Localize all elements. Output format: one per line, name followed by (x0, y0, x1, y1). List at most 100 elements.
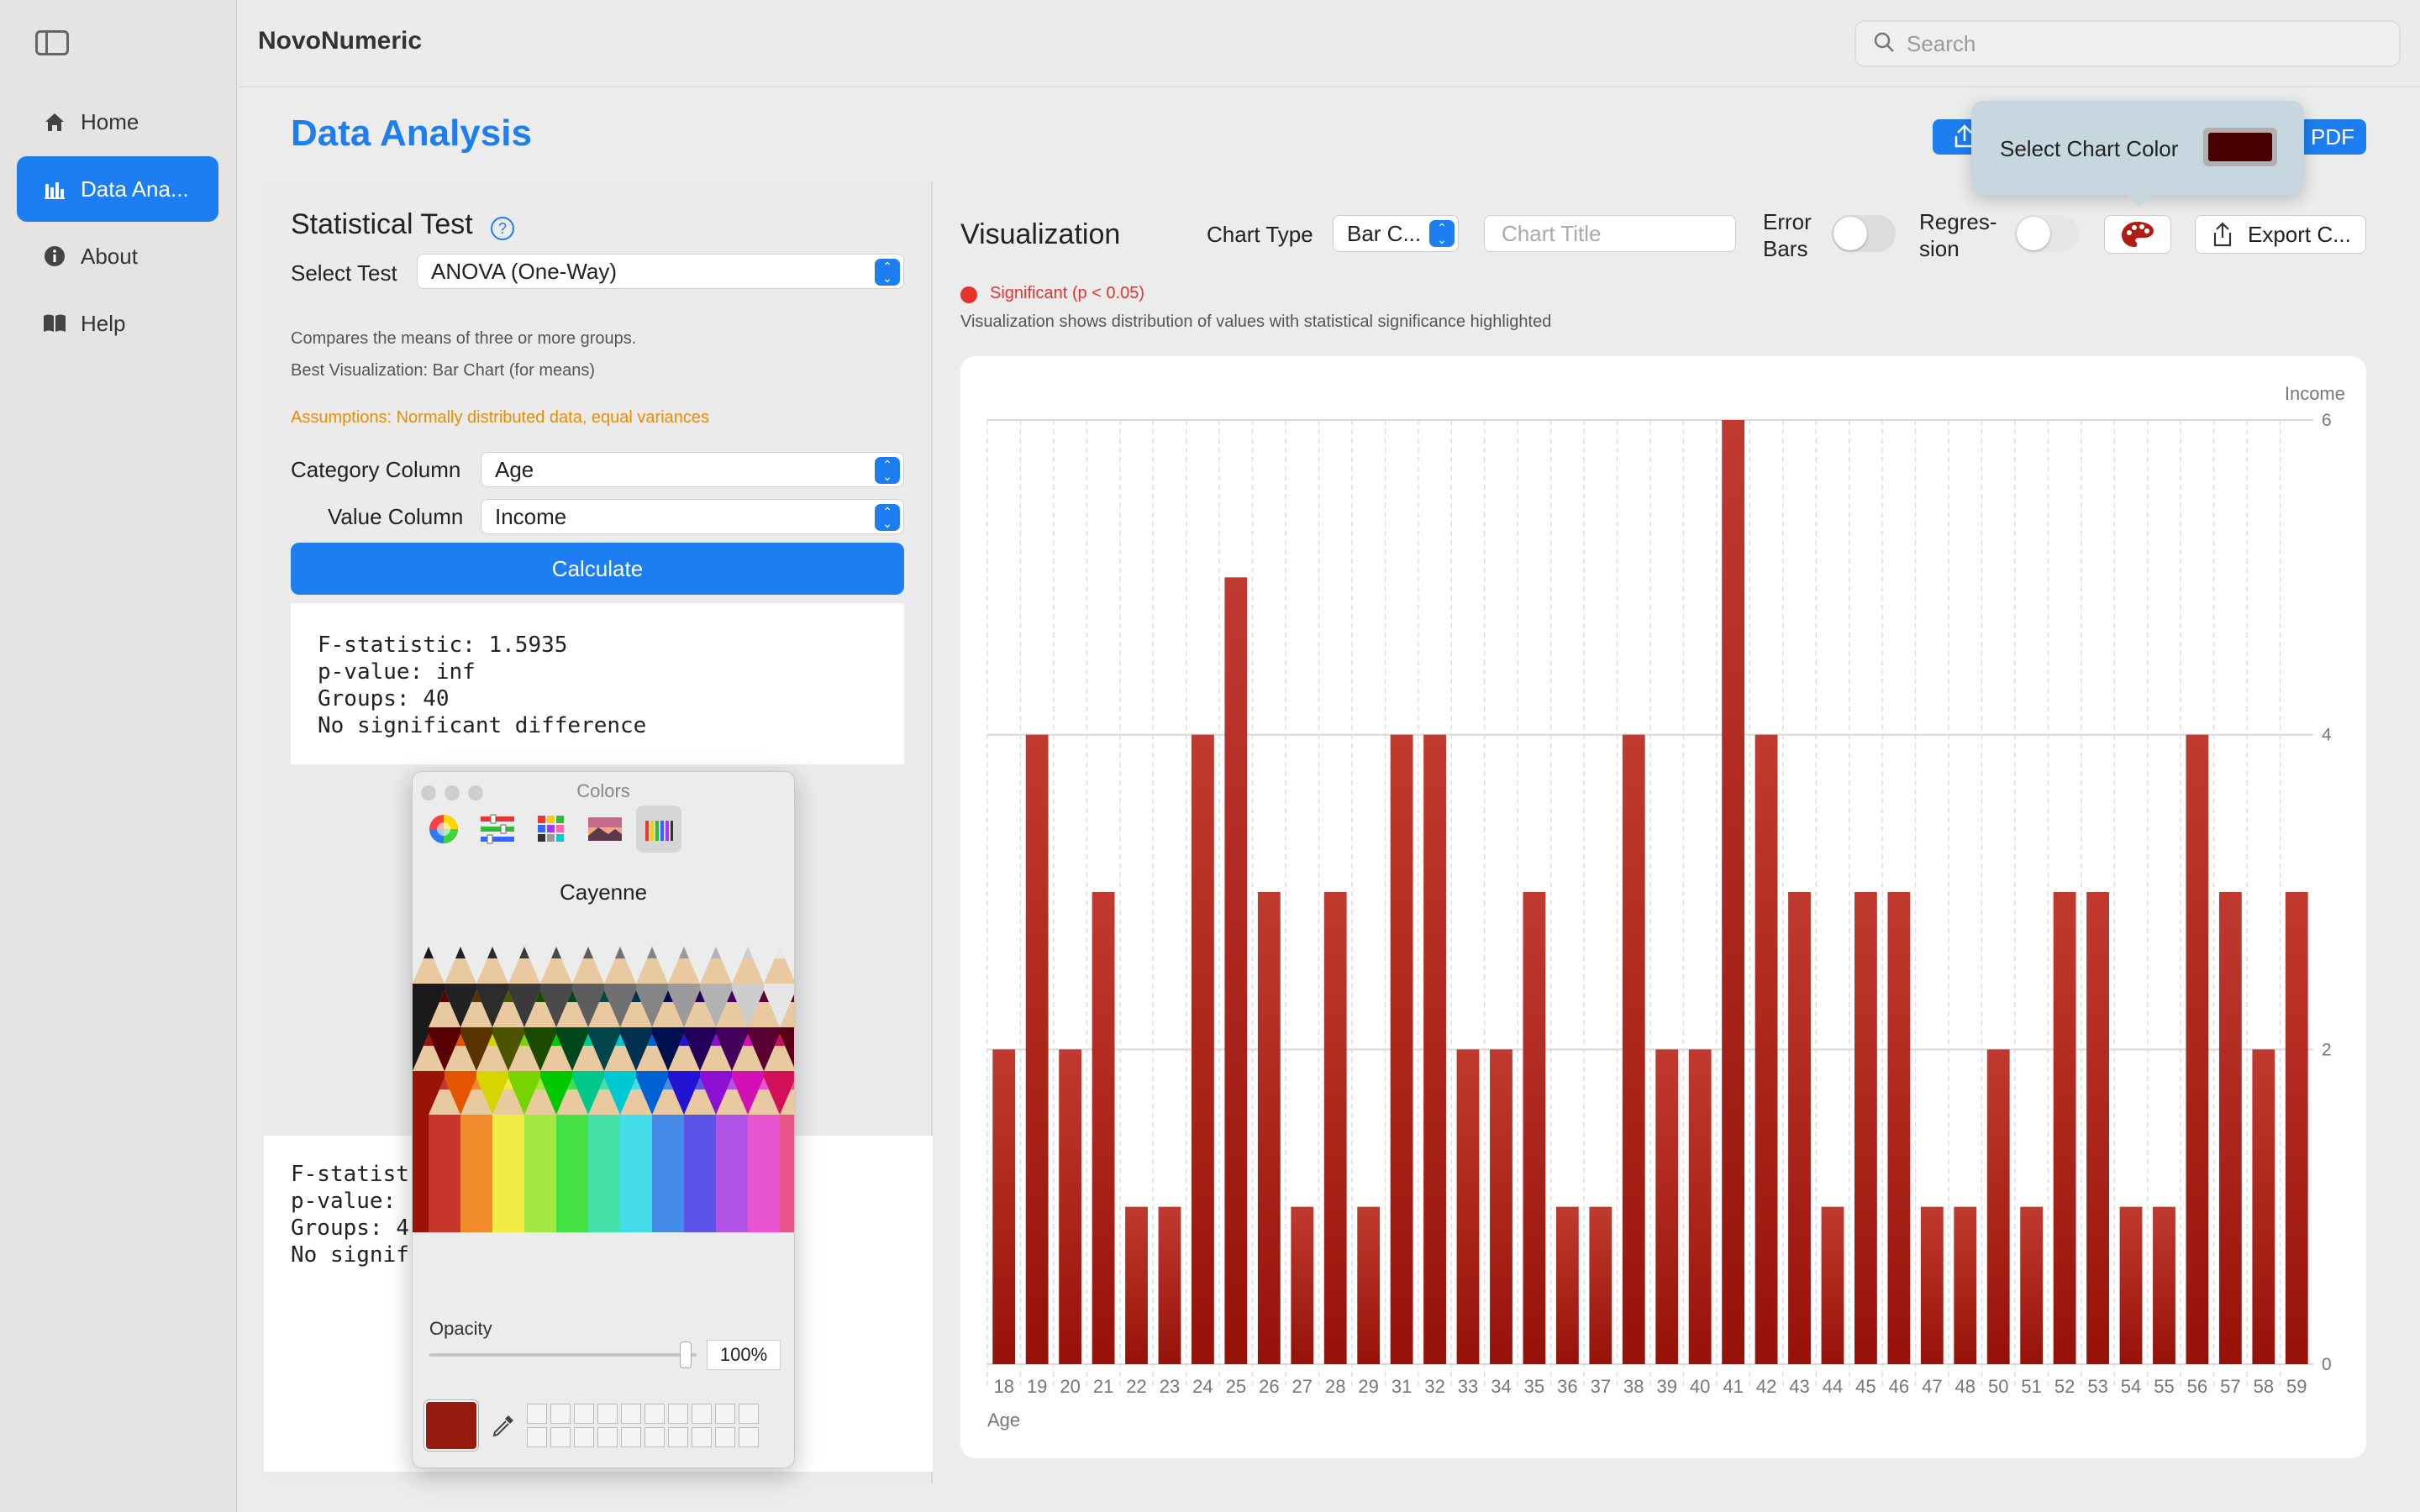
bar-33 (1456, 1049, 1480, 1364)
search-field[interactable]: Search (1854, 20, 2401, 67)
select-test-value: ANOVA (One-Way) (431, 258, 618, 284)
sidebar: Home Data Ana... About Help (0, 0, 237, 1512)
category-column-value: Age (495, 456, 534, 482)
pencils-tab[interactable] (636, 806, 681, 853)
sidebar-toggle-icon[interactable] (35, 30, 69, 55)
bar-57 (2218, 892, 2242, 1364)
category-column-dropdown[interactable]: Age ⌃ ⌄ (481, 452, 904, 487)
x-tick-label: 52 (2054, 1376, 2075, 1397)
export-chart-button[interactable]: Export C... (2195, 215, 2366, 254)
current-color-swatch[interactable] (424, 1400, 478, 1451)
color-wheel-icon (429, 815, 458, 843)
chevron-updown-icon: ⌃ ⌄ (875, 504, 900, 531)
export-chart-label: Export C... (2248, 221, 2351, 247)
image-icon (588, 817, 622, 841)
opacity-label: Opacity (429, 1318, 492, 1339)
statistical-test-title: Statistical Test (291, 208, 473, 240)
bar-37 (1589, 1206, 1612, 1364)
eyedropper-icon[interactable] (490, 1412, 517, 1443)
chart-color-button[interactable] (2104, 215, 2171, 254)
x-tick-label: 32 (1424, 1376, 1444, 1397)
x-tick-label: 39 (1656, 1376, 1676, 1397)
bar-55 (2153, 1206, 2175, 1364)
chart-title-input[interactable]: Chart Title (1484, 215, 1736, 252)
x-tick-label: 58 (2254, 1376, 2274, 1397)
bar-48 (1954, 1206, 1977, 1364)
bar-20 (1059, 1049, 1082, 1364)
color-sliders-tab[interactable] (475, 806, 520, 853)
bar-39 (1655, 1049, 1679, 1364)
bar-50 (1986, 1049, 2010, 1364)
sidebar-item-help[interactable]: Help (17, 291, 218, 356)
bar-58 (2252, 1049, 2275, 1364)
chart-bar-icon (42, 176, 67, 202)
x-tick-label: 56 (2187, 1376, 2207, 1397)
image-palettes-tab[interactable] (582, 806, 628, 853)
bar-44 (1821, 1206, 1844, 1364)
x-tick-label: 38 (1623, 1376, 1644, 1397)
best-visualization-note: Best Visualization: Bar Chart (for means… (291, 361, 596, 380)
chart-color-well[interactable] (2203, 128, 2277, 166)
x-tick-label: 18 (993, 1376, 1013, 1397)
opacity-field[interactable]: 100% (707, 1340, 781, 1370)
value-column-dropdown[interactable]: Income ⌃ ⌄ (481, 499, 904, 534)
x-tick-label: 21 (1093, 1376, 1113, 1397)
bar-35 (1523, 892, 1546, 1364)
chart-card: 0 2 4 6 Income 18 19 20 21 22 23 24 25 26 27 28 29 31 32 33… (960, 356, 2366, 1458)
crayon-pencils[interactable] (413, 940, 795, 1232)
bar-38 (1622, 734, 1645, 1364)
x-tick-label: 57 (2220, 1376, 2240, 1397)
bar-18 (992, 1049, 1016, 1364)
y-axis-label: Income (2285, 383, 2345, 404)
calculate-button[interactable]: Calculate (291, 543, 904, 595)
result-line: Groups: 40 (318, 686, 450, 711)
chart-type-dropdown[interactable]: Bar C... ⌃ ⌄ (1333, 215, 1459, 252)
bar-32 (1423, 734, 1446, 1364)
x-tick-label: 23 (1160, 1376, 1180, 1397)
sidebar-item-data-analysis[interactable]: Data Ana... (17, 156, 218, 222)
x-tick-label: 47 (1922, 1376, 1942, 1397)
bar-36 (1555, 1206, 1579, 1364)
select-chart-color-label: Select Chart Color (2000, 136, 2179, 161)
y-tick-label: 4 (2322, 726, 2332, 745)
chevron-updown-icon: ⌃ ⌄ (1429, 220, 1455, 247)
regression-toggle[interactable] (2015, 215, 2079, 252)
search-input[interactable]: Search (1907, 31, 1975, 57)
result-output: F-statistic: 1.5935 p-value: inf Groups:… (291, 603, 904, 764)
help-circle-icon[interactable]: ? (491, 217, 514, 240)
error-bars-toggle[interactable] (1832, 215, 1896, 252)
opacity-slider-handle[interactable] (680, 1341, 692, 1368)
x-tick-label: 42 (1756, 1376, 1776, 1397)
sidebar-item-home[interactable]: Home (17, 89, 218, 155)
test-description: Compares the means of three or more grou… (291, 329, 637, 348)
bar-43 (1788, 892, 1811, 1364)
color-palettes-tab[interactable] (529, 806, 574, 853)
pdf-label: PDF (2311, 123, 2354, 150)
colors-panel-title: Colors (576, 780, 630, 801)
colors-panel: Colors Cayenne Opacity 100% (412, 771, 795, 1468)
sidebar-item-about[interactable]: About (17, 223, 218, 289)
bar-27 (1291, 1206, 1314, 1364)
select-test-dropdown[interactable]: ANOVA (One-Way) ⌃ ⌄ (417, 254, 904, 289)
y-tick-label: 6 (2322, 411, 2332, 430)
x-tick-label: 59 (2286, 1376, 2307, 1397)
x-tick-label: 24 (1192, 1376, 1213, 1397)
bar-59 (2285, 892, 2308, 1364)
chevron-updown-icon: ⌃ ⌄ (875, 259, 900, 286)
book-icon (42, 311, 67, 336)
bar-46 (1887, 892, 1911, 1364)
opacity-slider[interactable] (429, 1353, 697, 1357)
x-tick-label: 33 (1458, 1376, 1478, 1397)
result-line: No significant difference (318, 713, 647, 738)
custom-swatches-grid[interactable] (527, 1404, 759, 1447)
sidebar-item-label: Help (81, 310, 126, 336)
color-wheel-tab[interactable] (421, 806, 466, 853)
color-mode-tabs (421, 806, 681, 856)
sidebar-item-label: About (81, 243, 138, 269)
significance-label: Significant (p < 0.05) (990, 284, 1144, 302)
search-icon (1873, 31, 1895, 57)
x-tick-label: 34 (1491, 1376, 1511, 1397)
bar-54 (2119, 1206, 2143, 1364)
palette-icon (2122, 222, 2154, 247)
chart-color-popover: Select Chart Color (1971, 101, 2304, 207)
